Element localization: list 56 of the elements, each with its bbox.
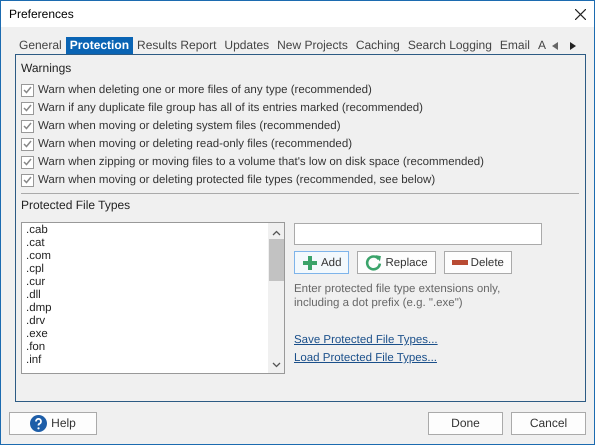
list-item[interactable]: .drv [26, 315, 264, 328]
refresh-icon [365, 254, 382, 271]
chevron-up-icon[interactable] [272, 230, 280, 236]
help-button[interactable]: Help [9, 412, 97, 434]
tab[interactable]: A [534, 37, 550, 54]
list-item[interactable]: .cpl [26, 263, 264, 276]
checkbox[interactable] [21, 138, 34, 150]
section-title: Warnings [21, 61, 72, 75]
list-item[interactable]: .cur [26, 276, 264, 289]
extension-input[interactable] [294, 223, 542, 245]
scroll-left-icon[interactable] [552, 42, 558, 50]
checkbox-label: Warn if any duplicate file group has all of its entries marked (recommended) [38, 102, 423, 114]
checkbox[interactable] [21, 102, 34, 114]
list-item[interactable]: .fon [26, 341, 264, 354]
tab[interactable]: Results Report [133, 37, 220, 54]
list-item[interactable]: .cab [26, 224, 264, 237]
chevron-down-icon[interactable] [272, 362, 280, 368]
list-item[interactable]: .dmp [26, 302, 264, 315]
plus-icon [302, 254, 318, 270]
replace-button[interactable]: Replace [357, 251, 436, 274]
checkbox[interactable] [21, 156, 34, 168]
tab[interactable]: Protection [66, 37, 134, 54]
scroll-right-icon[interactable] [570, 42, 576, 50]
checkbox-label: Warn when deleting one or more files of any type (recommended) [38, 84, 372, 96]
close-icon[interactable] [575, 8, 586, 20]
checkbox-label: Warn when moving or deleting system files (recommended) [38, 120, 341, 132]
tab[interactable]: General [15, 37, 66, 54]
add-button[interactable]: Add [294, 251, 350, 274]
minus-icon [452, 260, 468, 266]
list-item[interactable]: .exe [26, 328, 264, 341]
checkbox[interactable] [21, 120, 34, 132]
hint-text: Enter protected file type extensions only, including a dot prefix (e.g. ".exe") [294, 282, 502, 310]
help-icon [30, 414, 48, 432]
checkbox-label: Warn when moving or deleting read-only files (recommended) [38, 138, 352, 150]
tab[interactable]: Caching [352, 37, 404, 54]
list-item[interactable]: .cat [26, 237, 264, 250]
checkbox-label: Warn when zipping or moving files to a volume that's low on disk space (recommended) [38, 156, 484, 168]
section-title: Protected File Types [21, 198, 132, 212]
tab[interactable]: New Projects [273, 37, 352, 54]
link[interactable]: Load Protected File Types... [294, 352, 542, 364]
list-item[interactable]: .inf [26, 354, 264, 367]
link[interactable]: Save Protected File Types... [294, 334, 542, 346]
scroll-thumb[interactable] [268, 239, 284, 281]
tab[interactable]: Updates [220, 37, 274, 54]
checkbox-label: Warn when moving or deleting protected file types (recommended, see below) [38, 174, 436, 186]
dialog-button[interactable]: Done [428, 412, 503, 434]
list-item[interactable]: .com [26, 250, 264, 263]
dialog-button[interactable]: Cancel [511, 412, 586, 434]
scrollbar[interactable] [268, 223, 284, 373]
window-title: Preferences [9, 7, 74, 21]
checkbox[interactable] [21, 174, 34, 186]
checkbox[interactable] [21, 84, 34, 96]
tab[interactable]: Search Logging [404, 37, 496, 54]
delete-button[interactable]: Delete [444, 251, 512, 274]
tab[interactable]: Email [496, 37, 534, 54]
list-item[interactable]: .dll [26, 289, 264, 302]
